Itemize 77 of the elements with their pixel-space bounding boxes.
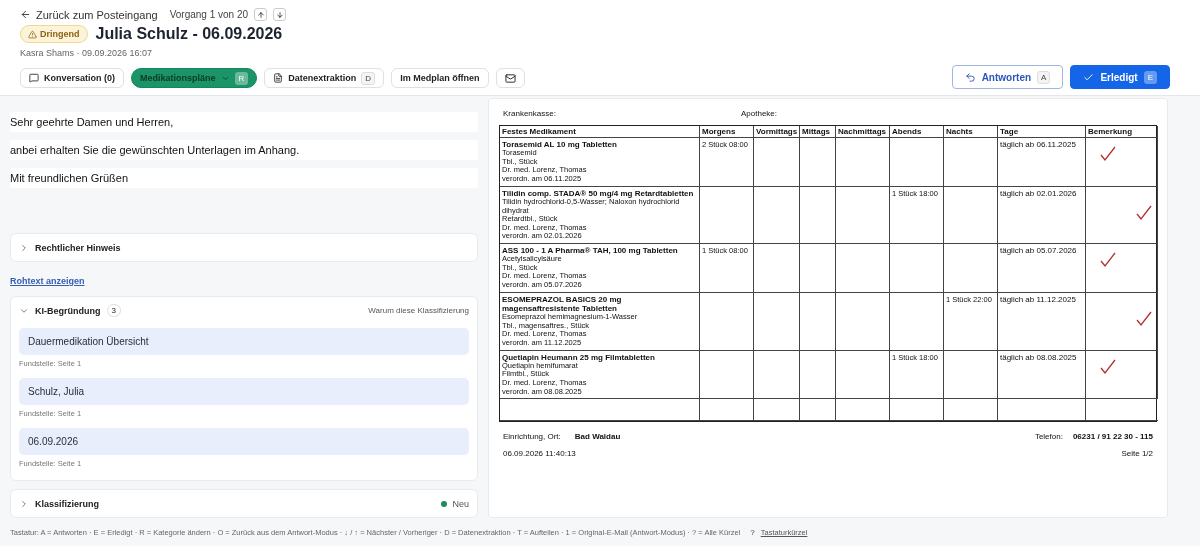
doc-value: 06231 / 91 22 30 - 115 (1072, 432, 1153, 442)
doc-label: Telefon: (1034, 432, 1063, 442)
doc-label: Krankenkasse: (503, 109, 557, 120)
table-cell (800, 350, 836, 400)
column-header: Festes Medikament (500, 126, 700, 138)
reply-button[interactable]: Antworten A (951, 65, 1064, 89)
arrow-left-icon (20, 9, 31, 20)
table-cell (944, 399, 998, 422)
check-icon (1083, 71, 1095, 83)
back-link[interactable]: Zurück zum Posteingang (20, 8, 158, 21)
mail-button[interactable] (495, 68, 525, 88)
column-header: Nachts (944, 126, 998, 138)
warning-icon (28, 29, 37, 39)
case-counter: Vorgang 1 von 20 (169, 9, 249, 20)
table-cell (800, 138, 836, 187)
table-cell (754, 350, 800, 400)
arrow-up-icon (256, 10, 265, 19)
table-cell (754, 186, 800, 244)
days-text: täglich ab 11.12.2025 (1000, 294, 1076, 304)
tab[interactable]: Im Medplan öffnen (391, 68, 489, 88)
table-cell (800, 399, 836, 422)
print-date: 06.09.2026 11:40:13 (503, 449, 576, 459)
table-cell (754, 292, 800, 351)
days-text: täglich ab 02.01.2026 (1000, 188, 1077, 198)
evidence-value: Dauermedikation Übersicht (19, 328, 469, 355)
table-cell (836, 244, 890, 293)
days-text: täglich ab 06.11.2025 (1000, 140, 1076, 149)
table-cell (700, 399, 754, 422)
accordion-title: KI-Begründung (35, 305, 101, 316)
table-cell (800, 292, 836, 351)
page-number: Seite 1/2 (1121, 449, 1153, 459)
legal-accordion[interactable]: Rechtlicher Hinweis (10, 233, 478, 262)
evidence-value: 06.09.2026 (19, 428, 469, 455)
column-header: Bemerkung (1086, 126, 1158, 138)
table-cell (800, 186, 836, 244)
doc-value: Bad Waldau (574, 432, 621, 442)
help-icon: ? (750, 527, 755, 537)
table-cell (836, 138, 890, 187)
status-label: Neu (452, 498, 469, 509)
medication-name: Tilidin comp. STADA® 50 mg/4 mg Retardtabletten (502, 188, 695, 198)
column-header: Abends (890, 126, 944, 138)
medication-name: ASS 100 - 1 A Pharma® TAH, 100 mg Tabletten (502, 246, 679, 256)
tab[interactable]: Datenextraktion D (264, 68, 385, 88)
days-text: täglich ab 08.08.2025 (1000, 352, 1077, 362)
hint-text: Warum diese Klassifizierung (368, 306, 469, 315)
urgent-badge: Dringend (20, 25, 88, 43)
arrow-down-icon (275, 10, 284, 19)
reply-icon (964, 71, 976, 83)
medication-name: Quetiapin Heumann 25 mg Filmtabletten (502, 352, 656, 362)
table-cell (754, 399, 800, 422)
case-title: Julia Schulz - 06.09.2026 (95, 25, 283, 43)
days-text: täglich ab 05.07.2026 (1000, 246, 1077, 255)
classification-accordion[interactable]: Klassifizierung Neu (10, 489, 478, 518)
accordion-title: Rechtlicher Hinweis (35, 242, 121, 253)
table-cell (800, 244, 836, 293)
chat-icon (29, 73, 39, 83)
tab[interactable]: Konversation (0) (20, 68, 124, 88)
evidence-value: Schulz, Julia (19, 378, 469, 405)
table-cell (836, 292, 890, 351)
column-header: Nachmittags (836, 126, 890, 138)
next-button[interactable] (273, 8, 287, 21)
accordion-title: Klassifizierung (35, 498, 99, 509)
doc-label: Einrichtung, Ort: (503, 432, 561, 442)
raw-text-link[interactable]: Rohtext anzeigen (10, 276, 478, 286)
previous-button[interactable] (254, 8, 268, 21)
column-header: Tage (998, 126, 1086, 138)
doc-label: Apotheke: (741, 109, 778, 120)
done-button[interactable]: Erledigt E (1070, 65, 1170, 89)
table-cell (836, 399, 890, 422)
medication-name: ESOMEPRAZOL BASICS 20 mg magensaftresistente Tabletten (502, 294, 623, 313)
column-header: Morgens (700, 126, 754, 138)
column-header: Mittags (800, 126, 836, 138)
document-icon (273, 73, 284, 83)
mail-icon (504, 72, 516, 84)
column-header: Vormittags (754, 126, 800, 138)
medication-name: Torasemid AL 10 mg Tabletten (502, 140, 618, 150)
case-meta: Kasra Shams · 09.09.2026 16:07 (20, 48, 154, 58)
